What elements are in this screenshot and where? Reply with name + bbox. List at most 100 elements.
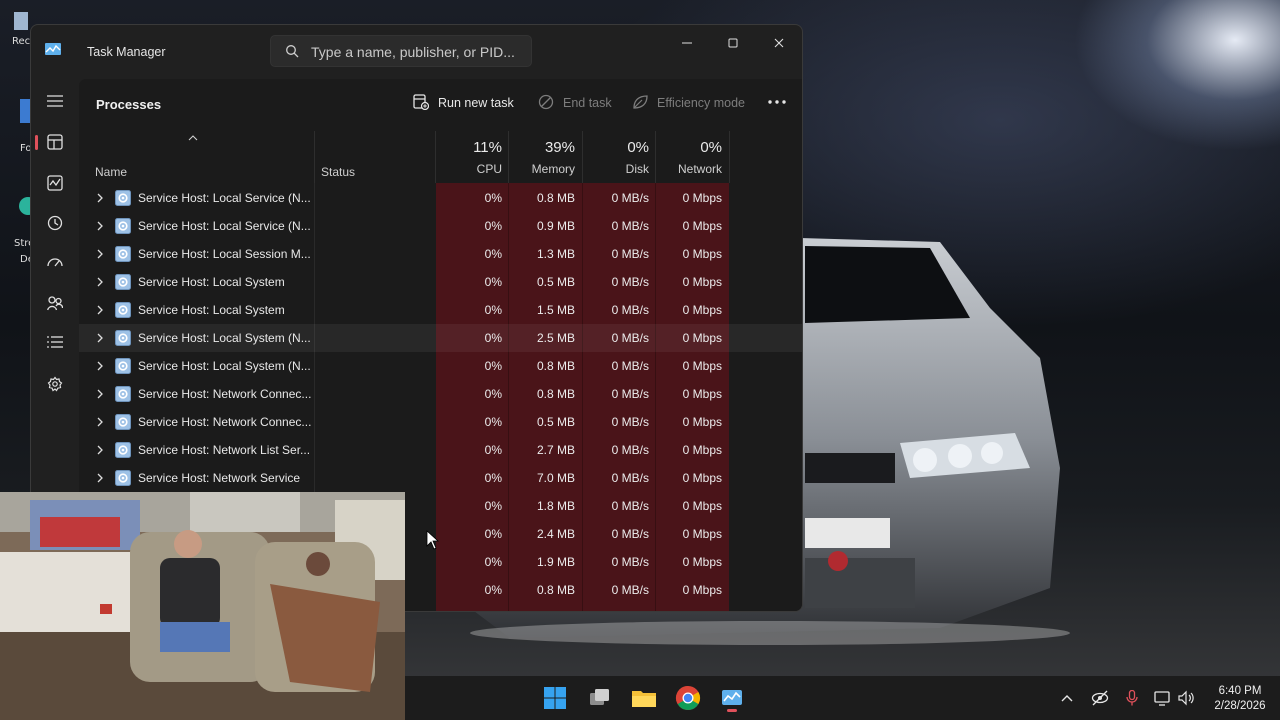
details-icon xyxy=(47,336,63,348)
cpu-cell: 0% xyxy=(484,303,502,317)
network-cell: 0 Mbps xyxy=(682,499,722,513)
chevron-right-icon[interactable] xyxy=(96,249,104,259)
memory-cell: 1.3 MB xyxy=(536,247,575,261)
more-options-button[interactable] xyxy=(767,93,787,111)
task-view-icon xyxy=(590,689,609,705)
column-header-disk[interactable]: 0% Disk xyxy=(583,139,649,176)
clock-time: 6:40 PM xyxy=(1218,685,1262,697)
more-options-icon xyxy=(768,100,786,104)
nav-users[interactable] xyxy=(37,286,73,320)
cpu-cell: 0% xyxy=(484,359,502,373)
chevron-right-icon[interactable] xyxy=(96,445,104,455)
service-host-icon xyxy=(115,386,131,402)
column-header-name[interactable]: Name xyxy=(95,165,127,179)
table-row[interactable]: Service Host: Local System 0% 1.5 MB 0 MB/s… xyxy=(79,296,802,324)
file-explorer-button[interactable] xyxy=(630,684,658,712)
nav-startup-apps[interactable] xyxy=(37,246,73,280)
performance-icon xyxy=(47,175,63,191)
network-cell: 0 Mbps xyxy=(682,275,722,289)
memory-cell: 2.4 MB xyxy=(536,527,575,541)
webcam-video-feed xyxy=(0,492,405,720)
search-input[interactable] xyxy=(311,42,521,62)
table-row[interactable]: Service Host: Network Connec... 0% 0.5 MB 0… xyxy=(79,408,802,436)
network-cell: 0 Mbps xyxy=(682,415,722,429)
run-new-task-label: Run new task xyxy=(438,96,514,110)
process-name: Service Host: Local Service (N... xyxy=(138,191,311,205)
process-name: Service Host: Local System xyxy=(138,275,285,289)
disk-cell: 0 MB/s xyxy=(611,443,649,457)
file-explorer-icon xyxy=(632,691,656,707)
cpu-cell: 0% xyxy=(484,387,502,401)
chevron-right-icon[interactable] xyxy=(96,417,104,427)
disk-cell: 0 MB/s xyxy=(611,191,649,205)
table-row[interactable]: Service Host: Local System (N... 0% 2.5 MB… xyxy=(79,324,802,352)
table-row[interactable]: Service Host: Local System 0% 0.5 MB 0 MB/s… xyxy=(79,268,802,296)
table-row[interactable]: Service Host: Network List Ser... 0% 2.7 M… xyxy=(79,436,802,464)
maximize-button[interactable] xyxy=(710,29,756,57)
disk-cell: 0 MB/s xyxy=(611,247,649,261)
chevron-right-icon[interactable] xyxy=(96,361,104,371)
disk-column-label: Disk xyxy=(625,162,649,176)
process-name: Service Host: Network Service xyxy=(138,471,301,485)
table-row[interactable]: Service Host: Local System (N... 0% 0.8 MB… xyxy=(79,352,802,380)
table-row[interactable]: Service Host: Local Service (N... 0% 0.9 M… xyxy=(79,212,802,240)
close-button[interactable] xyxy=(756,29,802,57)
microphone-button[interactable] xyxy=(1123,689,1141,706)
chevron-up-icon xyxy=(1061,695,1073,702)
table-row[interactable]: Service Host: Network Service 0% 7.0 MB 0 M… xyxy=(79,464,802,492)
end-task-button[interactable]: End task xyxy=(538,93,618,113)
process-name: Service Host: Network Connec... xyxy=(138,415,312,429)
efficiency-mode-button[interactable]: Efficiency mode xyxy=(632,93,752,113)
table-row[interactable]: Service Host: Local Session M... 0% 1.3 MB… xyxy=(79,240,802,268)
table-row[interactable]: Service Host: Network Connec... 0% 0.8 MB 0… xyxy=(79,380,802,408)
network-total-percent: 0% xyxy=(700,139,722,156)
chevron-right-icon[interactable] xyxy=(96,473,104,483)
start-button[interactable] xyxy=(541,684,569,712)
chevron-right-icon[interactable] xyxy=(96,193,104,203)
chrome-button[interactable] xyxy=(674,684,702,712)
memory-cell: 0.8 MB xyxy=(536,583,575,597)
process-name: Service Host: Local System xyxy=(138,303,285,317)
cpu-cell: 0% xyxy=(484,191,502,205)
column-divider[interactable] xyxy=(314,131,315,183)
leaf-icon xyxy=(633,95,648,109)
table-row[interactable]: Service Host: Local Service (N... 0% 0.8 M… xyxy=(79,184,802,212)
column-header-status[interactable]: Status xyxy=(321,165,355,179)
task-manager-taskbar-button[interactable] xyxy=(718,684,746,712)
show-hidden-icons-button[interactable] xyxy=(1058,690,1076,706)
app-history-icon xyxy=(47,215,63,231)
cpu-column-label: CPU xyxy=(476,162,502,176)
chevron-right-icon[interactable] xyxy=(96,221,104,231)
nav-app-history[interactable] xyxy=(37,206,73,240)
service-host-icon xyxy=(115,470,131,486)
nav-performance[interactable] xyxy=(37,166,73,200)
tray-app-button[interactable] xyxy=(1091,690,1109,706)
column-header-memory[interactable]: 39% Memory xyxy=(509,139,575,176)
efficiency-mode-label: Efficiency mode xyxy=(657,96,746,110)
column-header-network[interactable]: 0% Network xyxy=(656,139,722,176)
column-divider[interactable] xyxy=(729,131,730,183)
nav-details[interactable] xyxy=(37,326,73,360)
minimize-button[interactable] xyxy=(664,29,710,57)
chevron-right-icon[interactable] xyxy=(96,277,104,287)
hamburger-menu-button[interactable] xyxy=(37,85,73,119)
run-new-task-button[interactable]: Run new task xyxy=(413,93,514,113)
nav-processes[interactable] xyxy=(35,125,73,159)
disk-cell: 0 MB/s xyxy=(611,359,649,373)
sort-ascending-icon[interactable] xyxy=(188,135,198,141)
memory-cell: 2.5 MB xyxy=(536,331,575,345)
network-icon xyxy=(1154,691,1170,706)
disk-cell: 0 MB/s xyxy=(611,415,649,429)
chevron-right-icon[interactable] xyxy=(96,389,104,399)
system-clock[interactable]: 6:40 PM 2/28/2026 xyxy=(1205,684,1275,714)
eye-off-icon xyxy=(1091,690,1109,706)
nav-services[interactable] xyxy=(37,367,73,401)
chevron-right-icon[interactable] xyxy=(96,305,104,315)
volume-button[interactable] xyxy=(1178,690,1196,706)
task-view-button[interactable] xyxy=(586,684,614,712)
title-bar[interactable]: Task Manager xyxy=(31,25,802,79)
chevron-right-icon[interactable] xyxy=(96,333,104,343)
column-header-cpu[interactable]: 11% CPU xyxy=(436,139,502,176)
search-box[interactable] xyxy=(270,35,532,67)
network-status-button[interactable] xyxy=(1154,690,1172,706)
